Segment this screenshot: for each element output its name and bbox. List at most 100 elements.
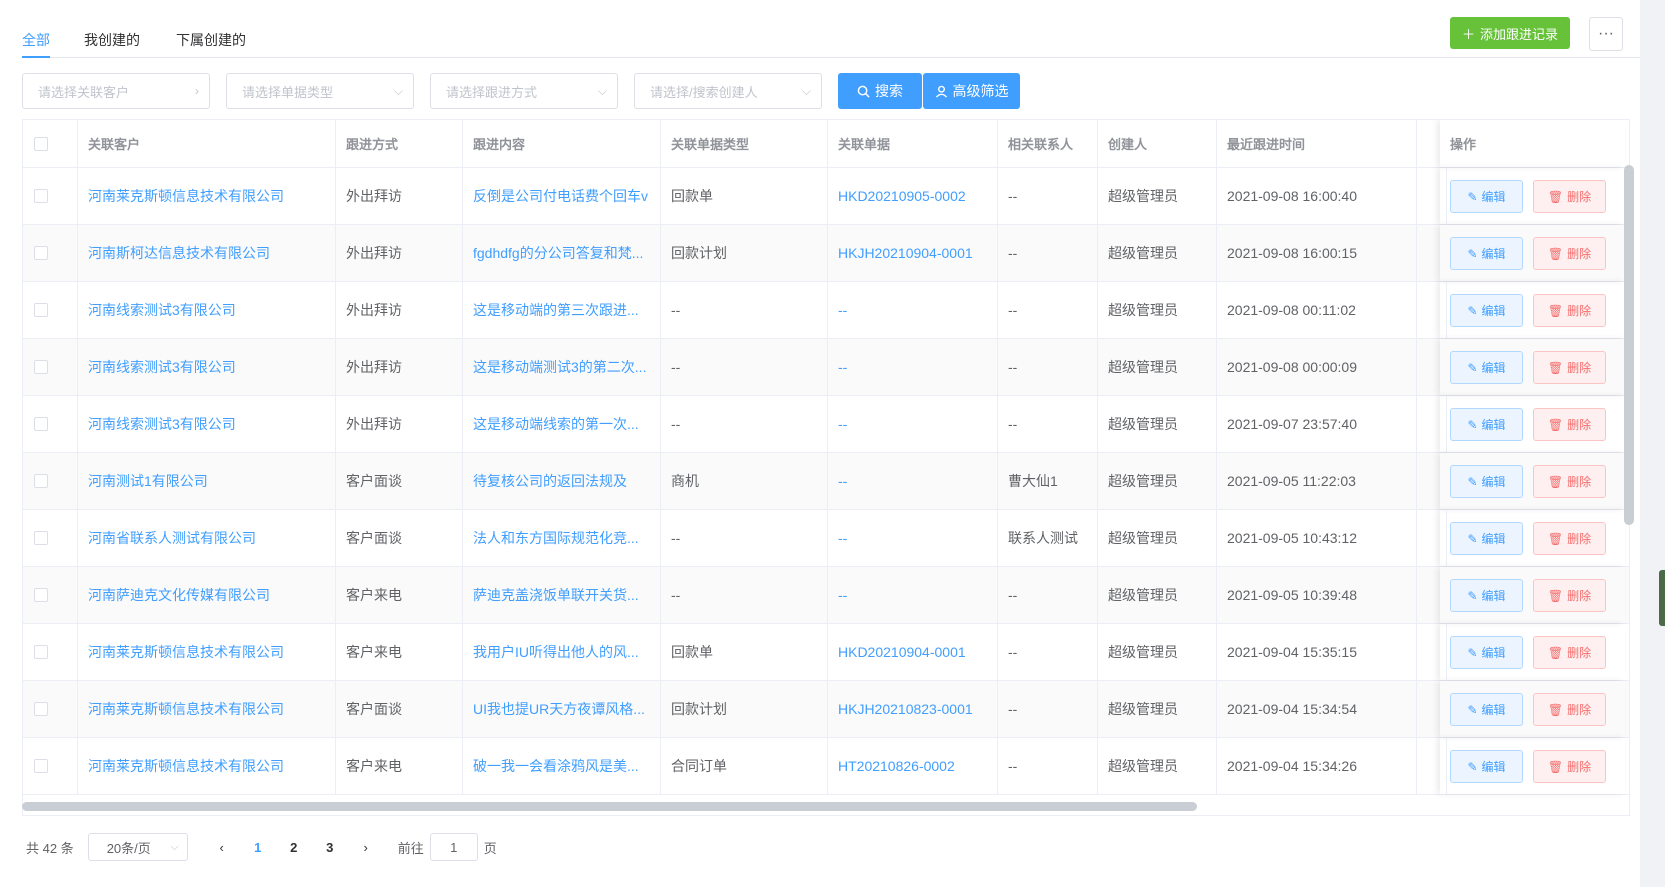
content-cell-text[interactable]: 我用户IU听得出他人的风... [473,642,639,662]
edit-button[interactable]: ✎ 编辑 [1450,693,1523,726]
delete-button[interactable]: 🗑 删除 [1533,750,1606,783]
row-actions: ✎ 编辑 🗑 删除 [1440,339,1625,395]
row-actions: ✎ 编辑 🗑 删除 [1440,225,1625,281]
doc-cell-text[interactable]: HKD20210904-0001 [838,644,966,660]
page-size-select[interactable]: 20条/页 ⌵ [87,833,188,861]
creator-cell-text: 超级管理员 [1108,530,1178,546]
edit-button[interactable]: ✎ 编辑 [1450,750,1523,783]
content-cell-text[interactable]: 法人和东方国际规范化竞... [473,528,639,548]
method-cell: 客户面谈 [336,681,463,737]
contact-cell-text: -- [1008,359,1018,375]
edit-button[interactable]: ✎ 编辑 [1450,294,1523,327]
row-checkbox[interactable] [34,360,48,374]
delete-button[interactable]: 🗑 删除 [1533,636,1606,669]
customer-cell: 河南线索测试3有限公司 [78,396,336,452]
content-cell-text[interactable]: 待复核公司的返回法规及 [473,471,627,491]
next-page-button[interactable]: › [348,840,384,855]
content-cell-text[interactable]: fgdhdfg的分公司答复和梵... [473,243,643,263]
doc-type-cell: 商机 [661,453,828,509]
more-icon[interactable]: ··· [1589,17,1623,51]
time-cell: 2021-09-05 10:43:12 [1217,510,1417,566]
edit-button[interactable]: ✎ 编辑 [1450,579,1523,612]
customer-cell-text[interactable]: 河南斯柯达信息技术有限公司 [88,243,270,263]
doc-cell-text[interactable]: HKD20210905-0002 [838,188,966,204]
page-1[interactable]: 1 [240,840,276,855]
pencil-icon: ✎ [1467,246,1478,261]
row-checkbox[interactable] [34,531,48,545]
customer-cell-text[interactable]: 河南莱克斯顿信息技术有限公司 [88,699,284,719]
method-cell-text: 客户来电 [346,587,402,603]
content-cell-text[interactable]: 这是移动端测试3的第二次... [473,357,646,377]
page-suffix: 页 [483,840,497,856]
row-checkbox[interactable] [34,702,48,716]
select-all-checkbox[interactable] [34,136,48,151]
edit-button[interactable]: ✎ 编辑 [1450,636,1523,669]
search-icon [857,85,870,98]
content-cell-text[interactable]: 反倒是公司付电话费个回车v [473,186,648,206]
search-button[interactable]: 搜索 [838,73,922,109]
vertical-scrollbar[interactable] [1624,165,1634,525]
advanced-filter-button[interactable]: 高级筛选 [923,73,1020,109]
content-cell-text[interactable]: 这是移动端线索的第一次... [473,414,639,434]
customer-cell-text[interactable]: 河南莱克斯顿信息技术有限公司 [88,756,284,776]
goto-page-input[interactable] [429,833,478,861]
customer-cell-text[interactable]: 河南莱克斯顿信息技术有限公司 [88,186,284,206]
trash-icon: 🗑 [1547,531,1564,546]
creator-select[interactable]: 请选择/搜索创建人 ⌵ [634,73,822,109]
row-checkbox[interactable] [34,759,48,773]
row-checkbox[interactable] [34,474,48,488]
row-checkbox[interactable] [34,588,48,602]
doc-type-cell-text: -- [671,359,681,375]
edit-button[interactable]: ✎ 编辑 [1450,408,1523,441]
page-3[interactable]: 3 [312,840,348,855]
customer-select[interactable]: 请选择关联客户 › [22,73,210,109]
row-checkbox[interactable] [34,303,48,317]
method-select[interactable]: 请选择跟进方式 ⌵ [430,73,618,109]
row-checkbox[interactable] [34,645,48,659]
row-checkbox[interactable] [34,189,48,203]
customer-cell-text[interactable]: 河南线索测试3有限公司 [88,357,236,377]
customer-cell-text[interactable]: 河南萨迪克文化传媒有限公司 [88,585,270,605]
edit-button[interactable]: ✎ 编辑 [1450,180,1523,213]
doc-cell-text[interactable]: HT20210826-0002 [838,758,955,774]
row-actions: ✎ 编辑 🗑 删除 [1440,510,1625,566]
tab-all[interactable]: 全部 [22,30,50,58]
row-checkbox[interactable] [34,246,48,260]
add-followup-button[interactable]: ＋ 添加跟进记录 [1450,17,1570,49]
delete-button[interactable]: 🗑 删除 [1533,579,1606,612]
tab-subordinate[interactable]: 下属创建的 [176,30,246,58]
row-checkbox[interactable] [34,417,48,431]
prev-page-button[interactable]: ‹ [204,840,240,855]
customer-cell-text[interactable]: 河南线索测试3有限公司 [88,414,236,434]
page-2[interactable]: 2 [276,840,312,855]
delete-button[interactable]: 🗑 删除 [1533,180,1606,213]
content-cell-text[interactable]: 破一我一会看涂鸦风是美... [473,756,639,776]
content-cell-text[interactable]: 萨迪克盖浇饭单联开关货... [473,585,639,605]
edit-button[interactable]: ✎ 编辑 [1450,522,1523,555]
delete-button[interactable]: 🗑 删除 [1533,408,1606,441]
contact-cell-text: -- [1008,416,1018,432]
edit-button[interactable]: ✎ 编辑 [1450,237,1523,270]
customer-cell-text[interactable]: 河南线索测试3有限公司 [88,300,236,320]
customer-cell-text[interactable]: 河南莱克斯顿信息技术有限公司 [88,642,284,662]
delete-button[interactable]: 🗑 删除 [1533,351,1606,384]
edit-button[interactable]: ✎ 编辑 [1450,351,1523,384]
delete-button[interactable]: 🗑 删除 [1533,522,1606,555]
doc-cell-text[interactable]: HKJH20210823-0001 [838,701,973,717]
horizontal-scrollbar[interactable] [22,802,1197,811]
content-cell-text[interactable]: 这是移动端的第三次跟进... [473,300,639,320]
table-row: 河南线索测试3有限公司 外出拜访 这是移动端测试3的第二次... -- -- -- 超级管理… [23,339,1629,396]
customer-cell-text[interactable]: 河南测试1有限公司 [88,471,208,491]
doc-type-select[interactable]: 请选择单据类型 ⌵ [226,73,414,109]
side-drawer-handle[interactable] [1659,570,1665,626]
customer-cell-text[interactable]: 河南省联系人测试有限公司 [88,528,256,548]
delete-button[interactable]: 🗑 删除 [1533,294,1606,327]
doc-cell-text[interactable]: HKJH20210904-0001 [838,245,973,261]
delete-button[interactable]: 🗑 删除 [1533,465,1606,498]
delete-button[interactable]: 🗑 删除 [1533,237,1606,270]
pencil-icon: ✎ [1467,189,1478,204]
tab-mine[interactable]: 我创建的 [84,30,140,58]
edit-button[interactable]: ✎ 编辑 [1450,465,1523,498]
content-cell-text[interactable]: UI我也提UR天方夜谭风格... [473,699,645,719]
delete-button[interactable]: 🗑 删除 [1533,693,1606,726]
